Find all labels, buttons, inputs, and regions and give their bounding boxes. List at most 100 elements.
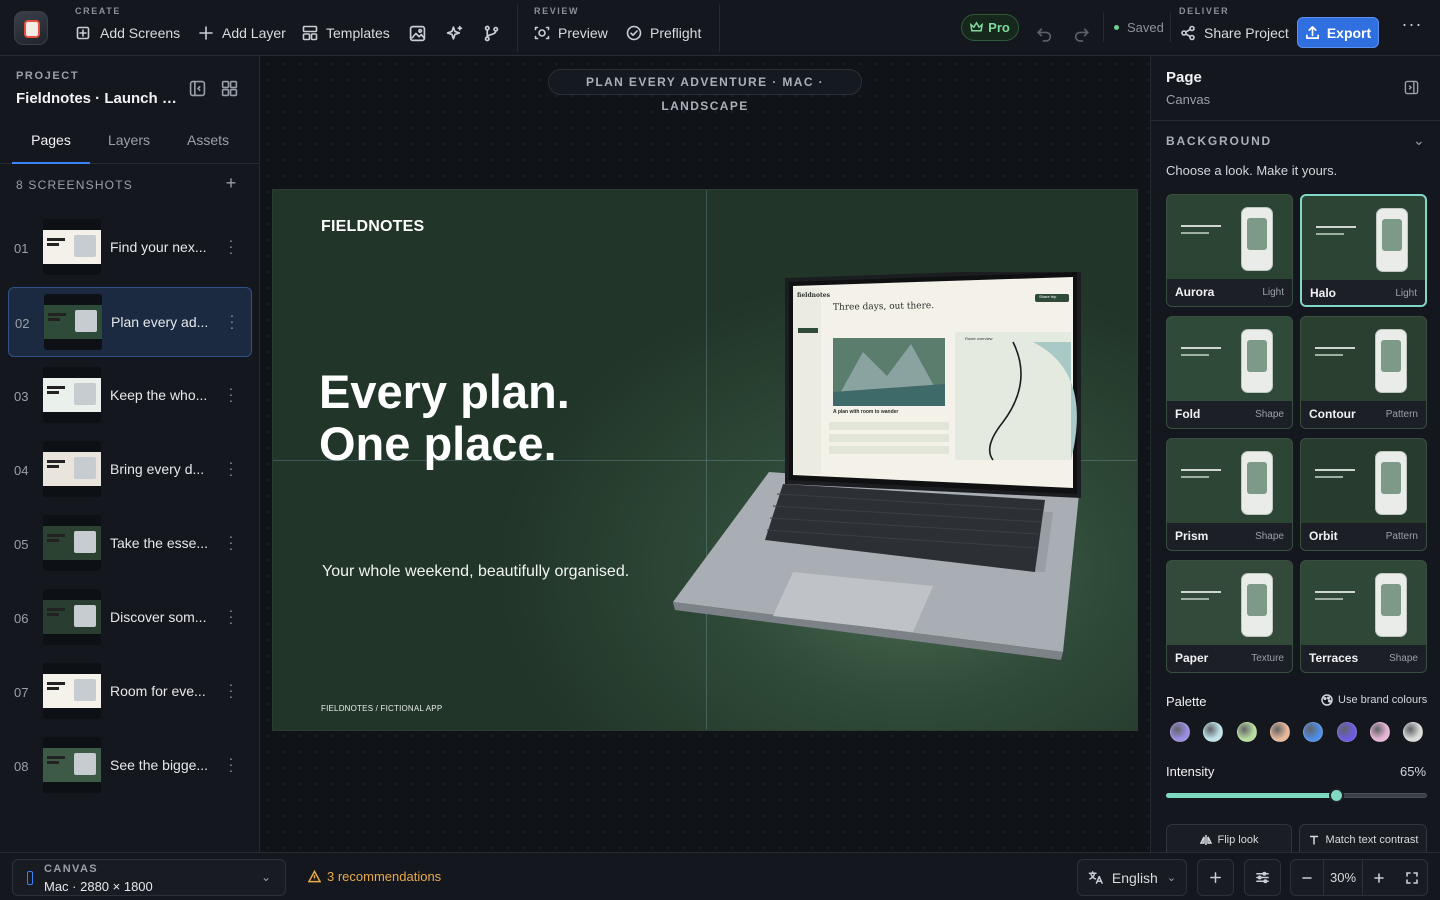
tab-assets[interactable]: Assets bbox=[170, 118, 246, 164]
tab-pages[interactable]: Pages bbox=[12, 118, 90, 164]
more-options-button[interactable]: ··· bbox=[1400, 15, 1424, 38]
toolbar-divider bbox=[719, 4, 720, 52]
laptop-illustration bbox=[673, 268, 1081, 660]
screenshot-item[interactable]: 04 Bring every d... · · · bbox=[8, 435, 252, 505]
undo-button[interactable] bbox=[1033, 22, 1055, 44]
adjustments-button[interactable] bbox=[1244, 859, 1281, 896]
more-vertical-icon[interactable]: · · · bbox=[226, 455, 236, 481]
preview-text-line bbox=[1181, 469, 1221, 471]
screenshot-title: Keep the who... bbox=[110, 387, 208, 403]
preview-button[interactable]: Preview bbox=[534, 20, 608, 46]
tab-layers[interactable]: Layers bbox=[92, 118, 166, 164]
collapse-inspector-button[interactable] bbox=[1404, 80, 1420, 96]
export-button[interactable]: Export bbox=[1297, 17, 1379, 48]
zoom-out-button[interactable] bbox=[1291, 860, 1323, 895]
background-look-card[interactable]: Contour Pattern bbox=[1300, 316, 1427, 429]
add-screens-button[interactable]: Add Screens bbox=[76, 20, 180, 46]
screenshot-item[interactable]: 03 Keep the who... · · · bbox=[8, 361, 252, 431]
background-look-card[interactable]: Fold Shape bbox=[1166, 316, 1293, 429]
screenshot-item[interactable]: 08 See the bigge... · · · bbox=[8, 731, 252, 801]
preview-text-line bbox=[1315, 354, 1343, 356]
background-look-card[interactable]: Prism Shape bbox=[1166, 438, 1293, 551]
more-vertical-icon[interactable]: · · · bbox=[226, 233, 236, 259]
background-look-card[interactable]: Halo Light bbox=[1300, 194, 1427, 307]
laptop-app-name: fieldnotes bbox=[797, 292, 830, 299]
background-look-card[interactable]: Orbit Pattern bbox=[1300, 438, 1427, 551]
screenshot-number: 04 bbox=[14, 463, 29, 478]
slider-thumb[interactable] bbox=[1329, 788, 1344, 803]
plus-icon bbox=[1374, 872, 1384, 883]
fit-screen-button[interactable] bbox=[1397, 860, 1427, 895]
palette-swatch[interactable] bbox=[1203, 722, 1224, 742]
grid-view-button[interactable] bbox=[221, 80, 239, 98]
add-locale-button[interactable] bbox=[1197, 859, 1234, 896]
image-button[interactable] bbox=[406, 22, 428, 44]
more-vertical-icon[interactable]: · · · bbox=[226, 381, 236, 407]
screenshot-item[interactable]: 02 Plan every ad... · · · bbox=[8, 287, 252, 357]
artboard-subline[interactable]: Your whole weekend, beautifully organise… bbox=[322, 563, 629, 581]
share-project-button[interactable]: Share Project bbox=[1180, 20, 1289, 46]
background-look-card[interactable]: Paper Texture bbox=[1166, 560, 1293, 673]
more-vertical-icon[interactable]: · · · bbox=[226, 529, 236, 555]
look-name: Fold bbox=[1175, 407, 1201, 421]
laptop-mockup[interactable]: fieldnotes Three days, out there. A plan… bbox=[673, 268, 1093, 662]
ai-sparkle-button[interactable] bbox=[443, 22, 465, 44]
recommendations-button[interactable]: 3 recommendations bbox=[308, 869, 441, 884]
screenshot-item[interactable]: 07 Room for eve... · · · bbox=[8, 657, 252, 727]
screenshot-item[interactable]: 06 Discover som... · · · bbox=[8, 583, 252, 653]
project-name[interactable]: Fieldnotes · Launch co... bbox=[16, 90, 184, 107]
intensity-slider[interactable] bbox=[1166, 788, 1427, 803]
canvas-size-select[interactable]: CANVAS Mac · 2880 × 1800 ⌄ bbox=[12, 859, 286, 896]
inspector-title: Page bbox=[1166, 69, 1202, 86]
language-select[interactable]: English ⌄ bbox=[1077, 859, 1187, 896]
look-kind: Texture bbox=[1251, 653, 1284, 664]
background-look-card[interactable]: Terraces Shape bbox=[1300, 560, 1427, 673]
collapse-sidebar-button[interactable] bbox=[189, 80, 207, 98]
artboard-brand[interactable]: FIELDNOTES bbox=[321, 218, 424, 236]
left-sidebar: PROJECT Fieldnotes · Launch co... Pages … bbox=[0, 56, 260, 852]
palette-label: Palette bbox=[1166, 694, 1207, 709]
zoom-in-button[interactable] bbox=[1363, 860, 1395, 895]
palette-swatch[interactable] bbox=[1269, 722, 1290, 742]
app-icon[interactable] bbox=[14, 11, 48, 45]
flip-look-label: Flip look bbox=[1217, 834, 1259, 846]
more-vertical-icon[interactable]: · · · bbox=[226, 603, 236, 629]
templates-button[interactable]: Templates bbox=[302, 20, 390, 46]
share-project-label: Share Project bbox=[1204, 25, 1289, 41]
review-group-label: REVIEW bbox=[534, 6, 580, 16]
artboard[interactable]: FIELDNOTES Every plan. One place. Your w… bbox=[272, 189, 1138, 731]
more-vertical-icon[interactable]: · · · bbox=[227, 308, 237, 334]
add-layer-button[interactable]: Add Layer bbox=[198, 20, 286, 46]
use-brand-colours-button[interactable]: Use brand colours bbox=[1321, 694, 1427, 706]
canvas-area[interactable]: PLAN EVERY ADVENTURE · MAC · LANDSCAPE F… bbox=[260, 56, 1150, 852]
palette-swatch[interactable] bbox=[1170, 722, 1190, 742]
more-vertical-icon[interactable]: · · · bbox=[226, 751, 236, 777]
phone-preview-icon bbox=[1375, 573, 1407, 637]
screenshot-item[interactable]: 01 Find your nex... · · · bbox=[8, 213, 252, 283]
preview-text-line bbox=[1181, 598, 1209, 600]
chevron-down-icon: ⌄ bbox=[261, 870, 272, 884]
palette-swatch[interactable] bbox=[1369, 722, 1390, 742]
background-section-label[interactable]: BACKGROUND bbox=[1166, 134, 1272, 148]
screenshot-item[interactable]: 05 Take the esse... · · · bbox=[8, 509, 252, 579]
screenshot-thumbnail bbox=[44, 294, 102, 350]
palette-swatch[interactable] bbox=[1403, 722, 1424, 742]
palette-swatch[interactable] bbox=[1336, 722, 1357, 742]
intensity-label: Intensity bbox=[1166, 764, 1215, 779]
zoom-level[interactable]: 30% bbox=[1323, 860, 1363, 895]
chevron-down-icon[interactable]: ⌄ bbox=[1413, 132, 1425, 149]
more-vertical-icon[interactable]: · · · bbox=[226, 677, 236, 703]
artboard-headline[interactable]: Every plan. One place. bbox=[319, 366, 659, 470]
palette-swatch[interactable] bbox=[1303, 722, 1324, 742]
palette-swatch[interactable] bbox=[1236, 722, 1257, 742]
branch-button[interactable] bbox=[480, 22, 502, 44]
background-look-card[interactable]: Aurora Light bbox=[1166, 194, 1293, 307]
pro-badge[interactable]: Pro bbox=[961, 14, 1019, 41]
redo-button[interactable] bbox=[1070, 22, 1092, 44]
plus-icon bbox=[1210, 872, 1221, 883]
artboard-footer[interactable]: FIELDNOTES / FICTIONAL APP bbox=[321, 704, 442, 713]
preview-text-line bbox=[1316, 226, 1356, 228]
add-screenshot-button[interactable]: + bbox=[222, 174, 240, 192]
warning-icon bbox=[308, 870, 321, 883]
preflight-button[interactable]: Preflight bbox=[626, 20, 701, 46]
